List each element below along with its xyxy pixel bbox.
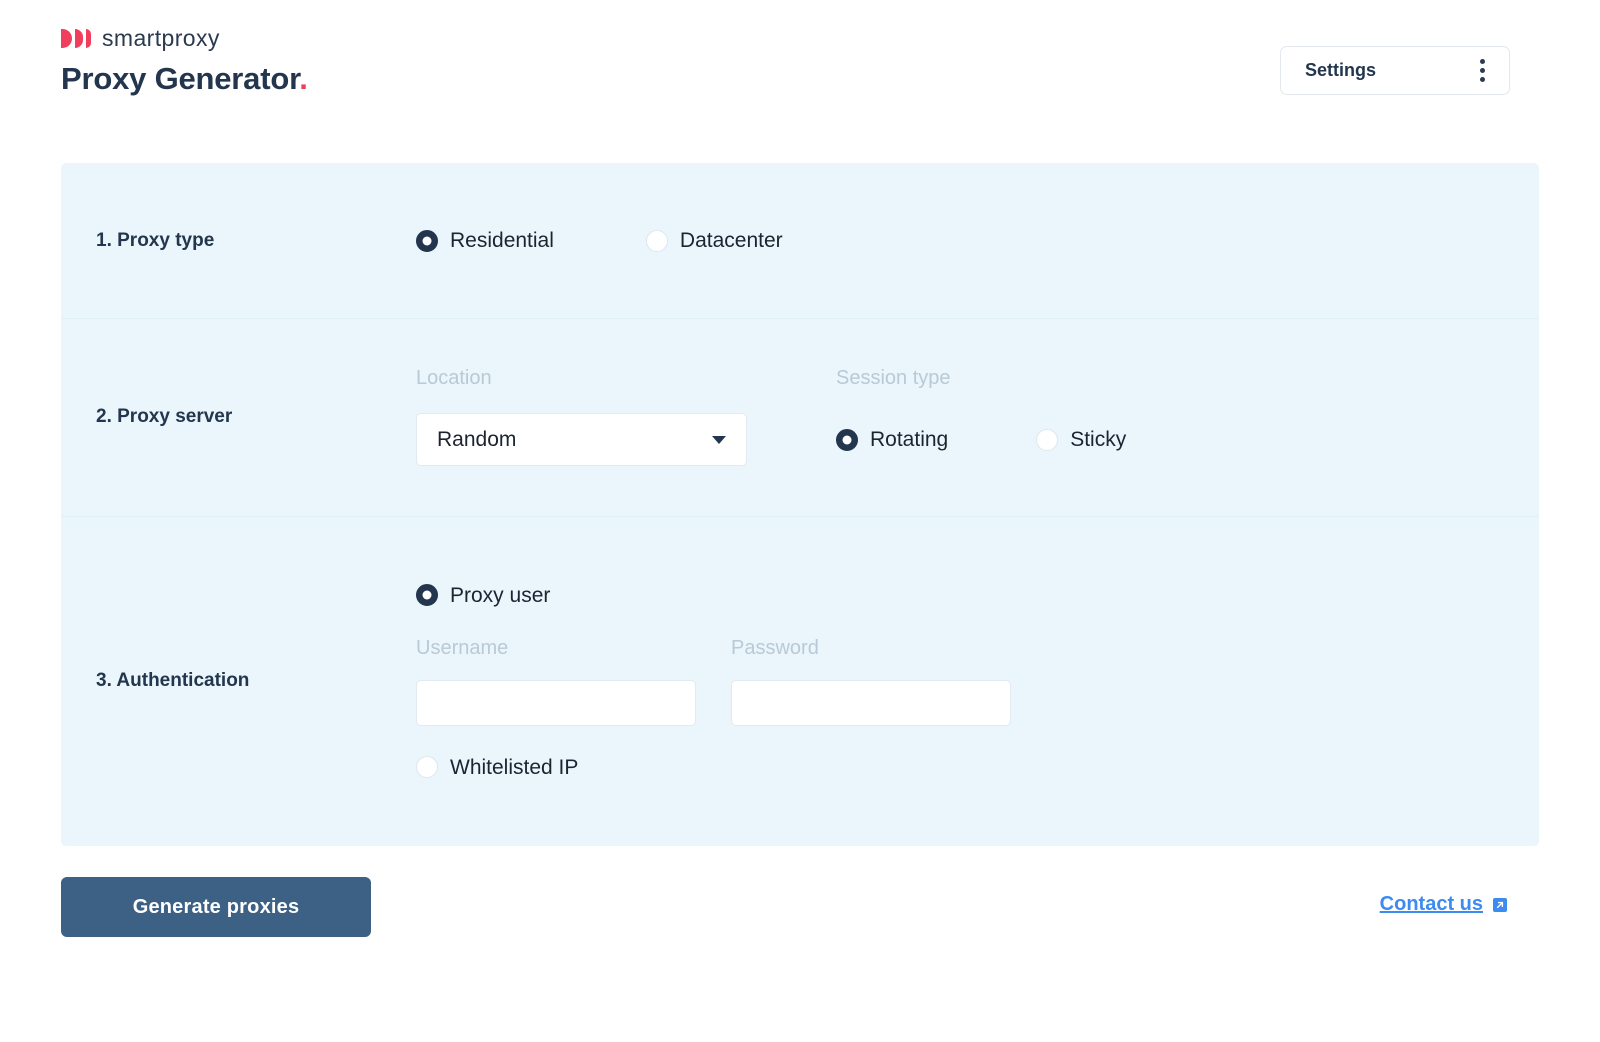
section-proxy-type: 1. Proxy type Residential Datacenter [61, 163, 1539, 318]
password-input[interactable] [731, 680, 1011, 726]
proxy-generator-page: smartproxy Proxy Generator. Settings 1. … [0, 0, 1600, 1042]
section-proxy-server: 2. Proxy server Location Random Session … [61, 318, 1539, 516]
auth-credentials-row: Username Password [416, 638, 1539, 726]
radio-rotating-mark [836, 428, 858, 451]
brand-name: smartproxy [102, 24, 220, 51]
smartproxy-bars-icon [61, 28, 91, 48]
auth-whitelisted-row: Whitelisted IP [416, 756, 1539, 778]
location-label: Location [416, 367, 492, 389]
proxy-type-radio-group: Residential Datacenter [416, 229, 1539, 252]
brand-block: smartproxy Proxy Generator. [61, 24, 308, 97]
external-link-icon [1492, 897, 1508, 913]
page-title: Proxy Generator. [61, 52, 308, 97]
radio-whitelisted-ip-mark [416, 756, 438, 778]
section-proxy-server-body: Location Random Session type Rotating St… [416, 368, 1539, 466]
session-type-label: Session type [836, 367, 951, 389]
generator-panel: 1. Proxy type Residential Datacenter 2. … [61, 163, 1539, 846]
session-type-radio-group: Rotating Sticky [836, 413, 1126, 466]
contact-us-link[interactable]: Contact us [1380, 893, 1508, 916]
proxy-server-fields: Location Random Session type Rotating St… [416, 368, 1539, 466]
contact-us-label: Contact us [1379, 893, 1483, 915]
radio-proxy-user[interactable]: Proxy user [416, 584, 1539, 606]
password-label: Password [731, 637, 819, 659]
section-authentication-body: Proxy user Username Password Whitelisted… [416, 584, 1539, 778]
radio-residential-label: Residential [450, 229, 554, 252]
radio-residential-mark [416, 229, 438, 252]
radio-proxy-user-label: Proxy user [450, 583, 551, 607]
username-label: Username [416, 637, 509, 659]
brand-row: smartproxy [61, 24, 308, 52]
section-authentication: 3. Authentication Proxy user Username Pa… [61, 516, 1539, 846]
settings-label: Settings [1305, 60, 1377, 80]
generate-proxies-button[interactable]: Generate proxies [61, 877, 371, 937]
page-header: smartproxy Proxy Generator. Settings [0, 0, 1600, 150]
section-proxy-type-label: 1. Proxy type [96, 229, 215, 251]
section-authentication-label: 3. Authentication [96, 670, 250, 691]
section-proxy-type-body: Residential Datacenter [416, 229, 1539, 252]
page-title-dot: . [299, 61, 308, 96]
settings-button[interactable]: Settings [1280, 46, 1510, 95]
chevron-down-icon [712, 435, 726, 444]
radio-sticky[interactable]: Sticky [1036, 428, 1127, 451]
location-select-value: Random [437, 427, 517, 451]
radio-datacenter-label: Datacenter [679, 229, 783, 252]
radio-residential[interactable]: Residential [416, 229, 554, 252]
password-field-group: Password [731, 638, 1046, 726]
radio-datacenter[interactable]: Datacenter [645, 229, 783, 252]
radio-whitelisted-ip[interactable]: Whitelisted IP [416, 756, 1539, 778]
more-vertical-icon[interactable] [1476, 57, 1489, 84]
page-footer: Generate proxies Contact us [0, 877, 1600, 957]
radio-sticky-label: Sticky [1070, 428, 1127, 451]
radio-whitelisted-ip-label: Whitelisted IP [450, 755, 579, 779]
radio-datacenter-mark [645, 229, 668, 252]
session-type-group: Session type Rotating Sticky [836, 368, 1126, 466]
radio-rotating[interactable]: Rotating [836, 428, 949, 451]
location-select[interactable]: Random [416, 413, 747, 466]
radio-proxy-user-mark [416, 584, 438, 606]
username-input[interactable] [416, 680, 696, 726]
auth-proxy-user-row: Proxy user [416, 584, 1539, 606]
radio-sticky-mark [1036, 428, 1059, 451]
radio-rotating-label: Rotating [870, 428, 949, 451]
username-field-group: Username [416, 638, 731, 726]
location-field-group: Location Random [416, 368, 836, 466]
page-title-text: Proxy Generator [61, 61, 300, 96]
section-proxy-server-label: 2. Proxy server [96, 406, 233, 427]
